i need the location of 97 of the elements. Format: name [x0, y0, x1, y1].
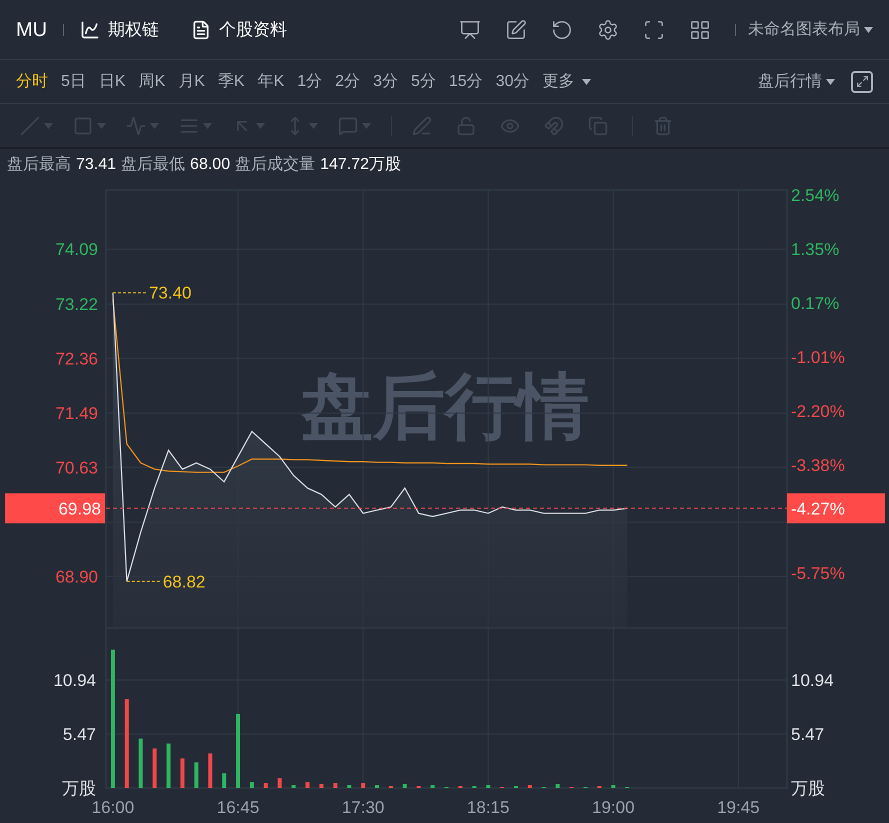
period-tab[interactable]: 季K [218, 70, 245, 94]
axis-label: -1.01% [791, 348, 845, 367]
expand-icon[interactable] [851, 70, 873, 92]
period-tab[interactable]: 月K [178, 70, 205, 94]
period-tab[interactable]: 15分 [448, 70, 483, 94]
volume-bar [430, 785, 435, 788]
caret-icon [150, 122, 159, 128]
axis-label: 5.47 [62, 724, 96, 744]
period-tab[interactable]: 30分 [496, 70, 530, 94]
axis-label: 74.09 [55, 240, 98, 260]
axis-label: 19:00 [592, 798, 635, 817]
stat-value: 68.00 [190, 155, 230, 175]
period-tab[interactable]: 分时 [16, 70, 48, 94]
price-marker: 73.40 [148, 284, 192, 303]
stock-symbol: MU [16, 18, 48, 42]
caret-icon [309, 122, 318, 128]
stat-label: 盘后成交量 [235, 154, 316, 175]
grid-icon[interactable] [689, 18, 711, 40]
volume-bar [319, 784, 324, 788]
volume-bar [152, 748, 157, 788]
caret-icon [826, 78, 835, 84]
period-tab[interactable]: 1分 [297, 70, 322, 94]
stat-value: 73.41 [76, 155, 116, 175]
period-tab[interactable]: 周K [138, 70, 166, 94]
period-tab[interactable]: 年K [258, 70, 284, 94]
axis-label: 2.54% [791, 186, 840, 205]
axis-label: 68.90 [55, 567, 98, 586]
volume-bar [222, 773, 226, 788]
period-tab[interactable]: 2分 [335, 70, 360, 94]
volume-bar [402, 784, 407, 788]
volume-bar [250, 782, 254, 788]
price-marker: 68.82 [162, 572, 206, 592]
axis-label: 16:45 [216, 798, 260, 817]
axis-label: 18:15 [466, 798, 510, 817]
header-link[interactable]: 个股资料 [191, 16, 288, 42]
volume-bar [194, 762, 198, 788]
price-badge: 69.98 [5, 493, 105, 524]
axis-unit: 万股 [62, 779, 96, 798]
volume-bar [138, 738, 143, 788]
leader-line [126, 580, 162, 582]
caret-icon [44, 122, 53, 128]
axis-label: -5.75% [791, 564, 845, 583]
volume-bar [180, 758, 184, 788]
axis-label: 16:00 [92, 798, 134, 817]
axis-label: 71.49 [55, 404, 98, 424]
stat-label: 盘后最低 [121, 154, 186, 175]
more-dropdown[interactable]: 更多 [542, 70, 592, 94]
volume-bar [306, 782, 310, 788]
volume-bar [208, 753, 212, 788]
session-dropdown[interactable]: 盘后行情 [758, 70, 835, 94]
caret-icon [864, 26, 873, 32]
volume-bar [166, 744, 171, 788]
layout-dropdown[interactable]: 未命名图表布局 [748, 18, 873, 42]
period-tab[interactable]: 5分 [410, 70, 436, 94]
volume-bar [611, 785, 616, 788]
volume-bar [264, 783, 268, 788]
volume-bar [278, 778, 282, 788]
change-badge: -4.27% [787, 493, 885, 524]
period-tab[interactable]: 5日 [61, 70, 86, 94]
period-tab[interactable]: 日K [98, 70, 126, 94]
caret-icon [97, 122, 106, 128]
stat-value: 147.72万股 [320, 155, 402, 175]
axis-unit: 万股 [791, 779, 825, 798]
header-link[interactable]: 期权链 [80, 16, 160, 42]
caret-icon [256, 122, 265, 128]
period-tab[interactable]: 3分 [373, 70, 398, 94]
axis-label: 10.94 [53, 670, 96, 690]
caret-icon [582, 78, 592, 84]
axis-label: 70.63 [55, 458, 98, 478]
volume-bar [361, 783, 366, 788]
volume-bar [556, 784, 560, 788]
caret-icon [362, 122, 371, 128]
edit-icon[interactable] [505, 18, 527, 40]
settings-icon[interactable] [597, 18, 619, 40]
axis-label: 17:30 [342, 798, 384, 817]
axis-label: 19:45 [717, 798, 760, 817]
axis-label: 10.94 [791, 670, 834, 690]
stat-label: 盘后最高 [7, 154, 71, 175]
axis-label: 0.17% [791, 294, 840, 313]
axis-label: 1.35% [791, 240, 840, 259]
caret-icon [203, 122, 212, 128]
volume-bar [292, 785, 296, 788]
axis-label: 5.47 [791, 724, 824, 744]
volume-bar [528, 785, 532, 788]
fullscreen-icon[interactable] [643, 18, 665, 40]
document-icon [191, 20, 212, 40]
volume-bar [375, 785, 379, 788]
axis-label: -3.38% [791, 456, 845, 475]
volume-bar [333, 783, 338, 788]
axis-label: -2.20% [791, 402, 845, 421]
chart-icon [80, 20, 100, 40]
axis-label: 73.22 [55, 295, 98, 314]
volume-bar [347, 785, 352, 788]
axis-label: 72.36 [55, 349, 98, 368]
volume-bar [486, 785, 490, 788]
leader-line [112, 292, 148, 294]
undo-icon[interactable] [551, 18, 573, 40]
